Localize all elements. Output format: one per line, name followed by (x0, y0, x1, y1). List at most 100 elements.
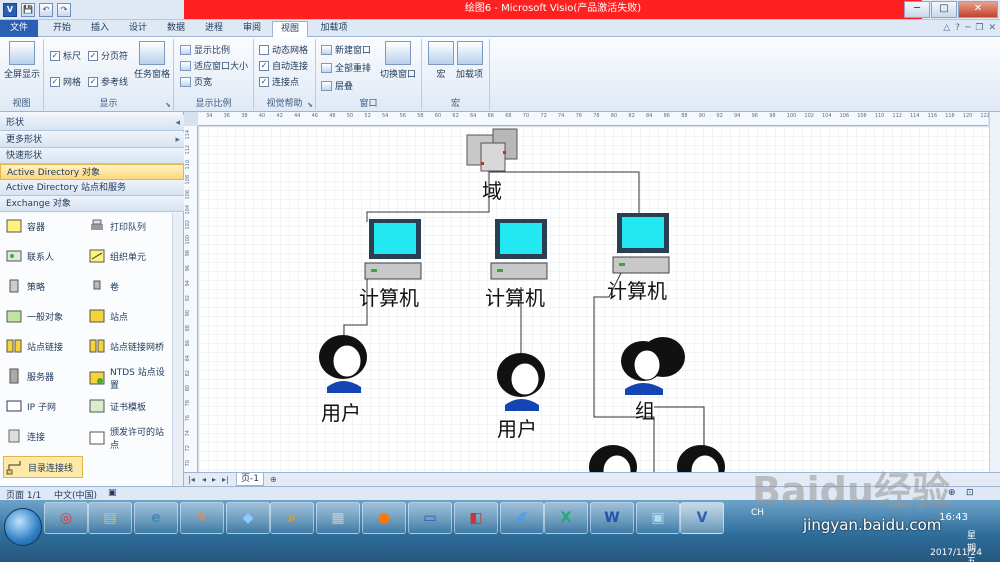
app-icon[interactable]: ◆ (226, 502, 270, 534)
shape-policy[interactable]: 策略 (5, 278, 89, 294)
shapes-scrollbar[interactable] (172, 213, 183, 486)
tab-view[interactable]: 视图 (272, 21, 308, 38)
start-button[interactable] (4, 508, 42, 546)
fit-window-button[interactable]: 适应窗口大小 (180, 59, 248, 72)
media-app-icon[interactable]: ◧ (454, 502, 498, 534)
tab-insert[interactable]: 插入 (82, 21, 118, 37)
last-page-icon[interactable]: ▸| (222, 475, 229, 484)
ruler-tick-label: 70 (185, 460, 191, 467)
macro-button[interactable]: 宏 (428, 41, 454, 80)
grid-checkbox[interactable]: ✓ 网格 (50, 75, 81, 88)
ruler-tick-label: 72 (540, 113, 547, 119)
shape-directory-connector[interactable]: 目录连接线 (3, 456, 83, 478)
pagebreak-checkbox[interactable]: ✓ 分页符 (88, 49, 128, 62)
shape-site-link[interactable]: 站点链接 (5, 338, 89, 354)
calculator-icon[interactable]: ▦ (316, 502, 360, 534)
shape-ntds-site-settings[interactable]: NTDS 站点设置 (88, 365, 172, 391)
stencil-ad-sites-services[interactable]: Active Directory 站点和服务 (0, 180, 184, 196)
cascade-button[interactable]: 层叠 (321, 79, 353, 92)
collapse-panel-icon[interactable]: ◂ (175, 115, 180, 131)
undo-icon[interactable]: ↶ (39, 3, 53, 17)
ribbon: 全屏显示 视图 ✓ 标尺 ✓ 分页符 ✓ 网格 ✓ 参考线 任务窗格 显示 ⬊ 显示比例… (0, 37, 1000, 112)
remote-desktop-icon[interactable]: ▣ (636, 502, 680, 534)
zoom-button[interactable]: 显示比例 (180, 43, 230, 56)
diagram-canvas (199, 127, 989, 473)
ie-browser-icon[interactable]: e (134, 502, 178, 534)
minimize-ribbon-icon[interactable]: △ (943, 23, 950, 33)
dialog-launcher-icon[interactable]: ⬊ (165, 101, 171, 109)
macro-record-icon[interactable]: ▣ (108, 488, 117, 498)
shape-volume[interactable]: 卷 (88, 278, 172, 294)
tab-home[interactable]: 开始 (44, 21, 80, 37)
quick-shapes-stencil[interactable]: 快速形状 (0, 148, 184, 164)
shape-ip-subnet[interactable]: IP 子网 (5, 398, 89, 414)
page-tab[interactable]: 页-1 (236, 473, 264, 486)
tab-data[interactable]: 数据 (158, 21, 194, 37)
excel-icon[interactable]: X (544, 502, 588, 534)
drawing-page[interactable]: 域 计算机 计算机 计算机 用户 用户 组 (199, 127, 989, 473)
visio-logo-icon[interactable]: V (3, 3, 17, 17)
shape-generic-object[interactable]: 一般对象 (5, 308, 89, 324)
stencil-active-directory-objects[interactable]: Active Directory 对象 (0, 164, 184, 180)
tab-review[interactable]: 审阅 (234, 21, 270, 37)
shape-site-link-bridge[interactable]: 站点链接网桥 (88, 338, 172, 354)
shape-licensing-site[interactable]: 颁发许可的站点 (88, 425, 172, 451)
ruler-tick-label: 84 (646, 113, 653, 119)
maximize-button[interactable]: □ (931, 1, 957, 18)
video-icon[interactable]: ▭ (408, 502, 452, 534)
shape-server[interactable]: 服务器 (5, 368, 89, 384)
ruler-tick-label: 112 (892, 113, 902, 119)
dialog-launcher-icon[interactable]: ⬊ (307, 101, 313, 109)
first-page-icon[interactable]: |◂ (188, 475, 195, 484)
save-icon[interactable]: 💾 (21, 3, 35, 17)
shape-container[interactable]: 容器 (5, 218, 89, 234)
vertical-scrollbar[interactable] (989, 112, 1000, 472)
shape-certificate-template[interactable]: 证书模板 (88, 398, 172, 414)
arrange-all-button[interactable]: 全部重排 (321, 61, 371, 74)
shape-site[interactable]: 站点 (88, 308, 172, 324)
shape-contact[interactable]: 联系人 (5, 248, 89, 264)
visio-taskbar-icon[interactable]: V (680, 502, 724, 534)
next-page-icon[interactable]: ▸ (212, 475, 216, 484)
firefox-icon[interactable]: ● (362, 502, 406, 534)
switch-window-button[interactable]: 切换窗口 (380, 41, 416, 80)
computer-icon (364, 219, 422, 280)
minimize-button[interactable]: ─ (904, 1, 930, 18)
paint-icon[interactable]: ✎ (180, 502, 224, 534)
ribbon-tabs: 文件 开始 插入 设计 数据 进程 审阅 视图 加载项 △ ? ─ ❐ ✕ (0, 20, 1000, 38)
more-shapes-menu[interactable]: 更多形状 ▸ (0, 132, 184, 148)
connection-points-checkbox[interactable]: ✓ 连接点 (259, 75, 299, 88)
shape-connection[interactable]: 连接 (5, 428, 89, 444)
tab-process[interactable]: 进程 (196, 21, 232, 37)
insert-page-icon[interactable]: ⊕ (270, 475, 277, 484)
dynamic-grid-checkbox[interactable]: 动态网格 (259, 43, 308, 56)
addins-button[interactable]: 加载项 (456, 41, 483, 80)
word-icon[interactable]: W (590, 502, 634, 534)
doc-close-icon[interactable]: ✕ (988, 23, 996, 33)
help-icon[interactable]: ? (955, 23, 960, 33)
ruler-tick-label: 82 (628, 113, 635, 119)
tab-file[interactable]: 文件 (0, 20, 38, 37)
doc-minimize-icon[interactable]: ─ (965, 23, 970, 33)
stencil-exchange-objects[interactable]: Exchange 对象 (0, 196, 184, 212)
guides-checkbox[interactable]: ✓ 参考线 (88, 75, 128, 88)
search-app-icon[interactable]: ⌕ (270, 502, 314, 534)
taskpane-button[interactable]: 任务窗格 (134, 41, 170, 80)
doc-restore-icon[interactable]: ❐ (975, 23, 983, 33)
shape-print-queue[interactable]: 打印队列 (88, 218, 172, 234)
org-unit-icon (89, 249, 105, 263)
redo-icon[interactable]: ↷ (57, 3, 71, 17)
fullscreen-button[interactable]: 全屏显示 (4, 41, 40, 80)
app-360-icon[interactable]: ◎ (44, 502, 88, 534)
ruler-checkbox[interactable]: ✓ 标尺 (50, 49, 81, 62)
page-width-button[interactable]: 页宽 (180, 75, 212, 88)
file-explorer-icon[interactable]: ▤ (88, 502, 132, 534)
tab-addins[interactable]: 加载项 (312, 21, 356, 37)
tab-design[interactable]: 设计 (120, 21, 156, 37)
notes-icon[interactable]: ✐ (500, 502, 544, 534)
autoconnect-checkbox[interactable]: ✓ 自动连接 (259, 59, 308, 72)
new-window-button[interactable]: 新建窗口 (321, 43, 371, 56)
prev-page-icon[interactable]: ◂ (202, 475, 206, 484)
close-button[interactable]: ✕ (958, 1, 998, 18)
shape-org-unit[interactable]: 组织单元 (88, 248, 172, 264)
